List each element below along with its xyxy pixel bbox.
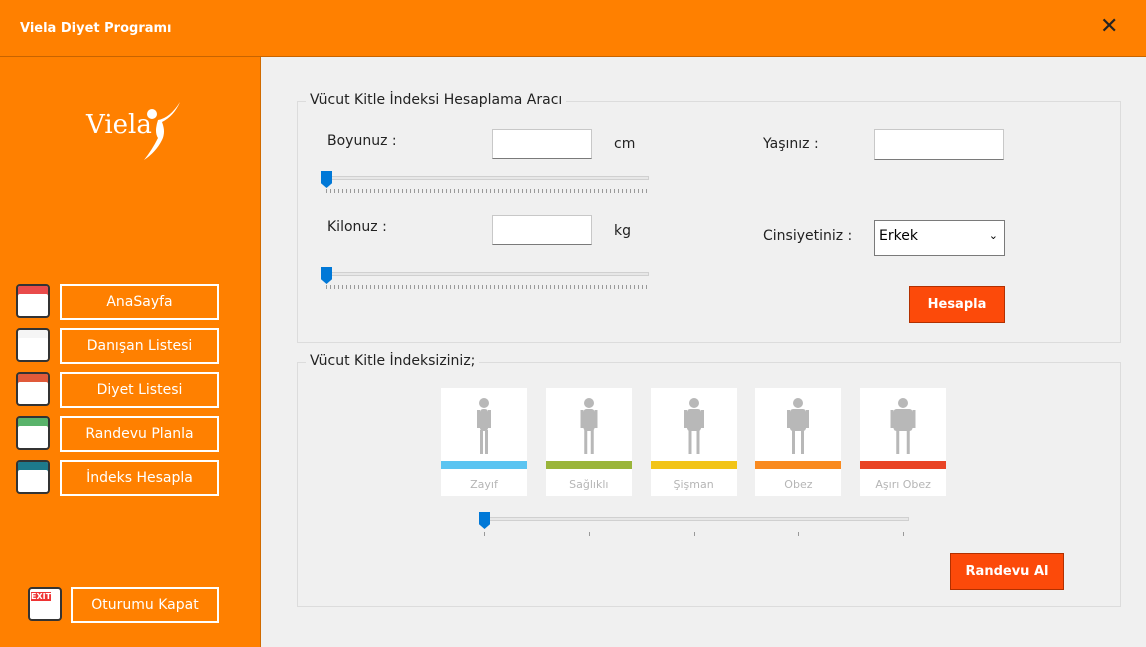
bmi-color-bar — [545, 461, 632, 469]
height-input[interactable] — [492, 129, 592, 159]
body-figure-icon — [787, 398, 810, 454]
gender-label: Cinsiyetiniz : — [763, 228, 853, 244]
exit-door-icon: EXIT — [28, 587, 62, 621]
bmi-color-bar — [650, 461, 737, 469]
body-figure-icon — [477, 398, 491, 454]
sidebar-item[interactable]: Danışan Listesi — [60, 328, 219, 364]
appointment-button[interactable]: Randevu Al — [950, 553, 1064, 590]
bmi-calculator-icon — [16, 460, 50, 494]
title-bar: Viela Diyet Programı ✕ — [0, 0, 1146, 57]
bmi-category-card: Zayıf — [441, 388, 527, 496]
bmi-category-label: Zayıf — [470, 478, 498, 491]
sidebar-item[interactable]: Diyet Listesi — [60, 372, 219, 408]
bmi-level-slider[interactable] — [480, 517, 909, 521]
calculate-button[interactable]: Hesapla — [909, 286, 1005, 323]
logo-figure-icon — [144, 102, 180, 160]
bmi-category-card: Sağlıklı — [545, 388, 632, 496]
body-figure-icon — [683, 398, 704, 454]
bmi-category-card: Şişman — [650, 388, 737, 496]
calendar-icon — [16, 416, 50, 450]
height-label: Boyunuz : — [327, 133, 397, 149]
diet-clipboard-icon — [16, 372, 50, 406]
bmi-category-label: Obez — [784, 478, 813, 491]
slider-tick — [484, 532, 485, 536]
bmi-category-card: Aşırı Obez — [860, 388, 947, 496]
slider-tick — [693, 532, 695, 536]
bmi-color-bar — [441, 461, 527, 469]
slider-tick — [588, 532, 590, 536]
window-title: Viela Diyet Programı — [20, 21, 172, 36]
bmi-color-bar — [755, 461, 842, 469]
calculator-title: Vücut Kitle İndeksi Hesaplama Aracı — [306, 92, 567, 108]
gender-select[interactable]: Erkek ⌄ — [874, 220, 1005, 256]
logout-button[interactable]: Oturumu Kapat — [71, 587, 219, 623]
sidebar-item[interactable]: Randevu Planla — [60, 416, 219, 452]
slider-tick — [903, 532, 905, 536]
age-label: Yaşınız : — [763, 136, 819, 152]
sidebar-item[interactable]: AnaSayfa — [60, 284, 219, 320]
weight-input[interactable] — [492, 215, 592, 245]
checklist-icon — [16, 328, 50, 362]
height-slider-ticks — [326, 189, 648, 193]
home-browser-icon — [16, 284, 50, 318]
bmi-category-label: Şişman — [673, 478, 714, 491]
bmi-color-bar — [860, 461, 947, 469]
weight-unit: kg — [614, 223, 631, 239]
slider-tick — [798, 532, 800, 536]
height-unit: cm — [614, 136, 636, 152]
body-figure-icon — [580, 398, 598, 454]
weight-label: Kilonuz : — [327, 219, 387, 235]
height-slider[interactable] — [322, 176, 649, 180]
age-input[interactable] — [874, 129, 1004, 160]
weight-slider-ticks — [326, 285, 648, 289]
bmi-category-label: Aşırı Obez — [875, 478, 931, 491]
sidebar-item[interactable]: İndeks Hesapla — [60, 460, 219, 496]
bmi-category-card: Obez — [755, 388, 842, 496]
chevron-down-icon: ⌄ — [988, 229, 998, 242]
bmi-category-label: Sağlıklı — [569, 478, 609, 491]
body-figure-icon — [890, 398, 916, 454]
gender-value: Erkek — [879, 228, 918, 244]
close-icon[interactable]: ✕ — [1100, 16, 1118, 38]
weight-slider[interactable] — [322, 272, 649, 276]
result-title: Vücut Kitle İndeksiziniz; — [306, 353, 480, 369]
